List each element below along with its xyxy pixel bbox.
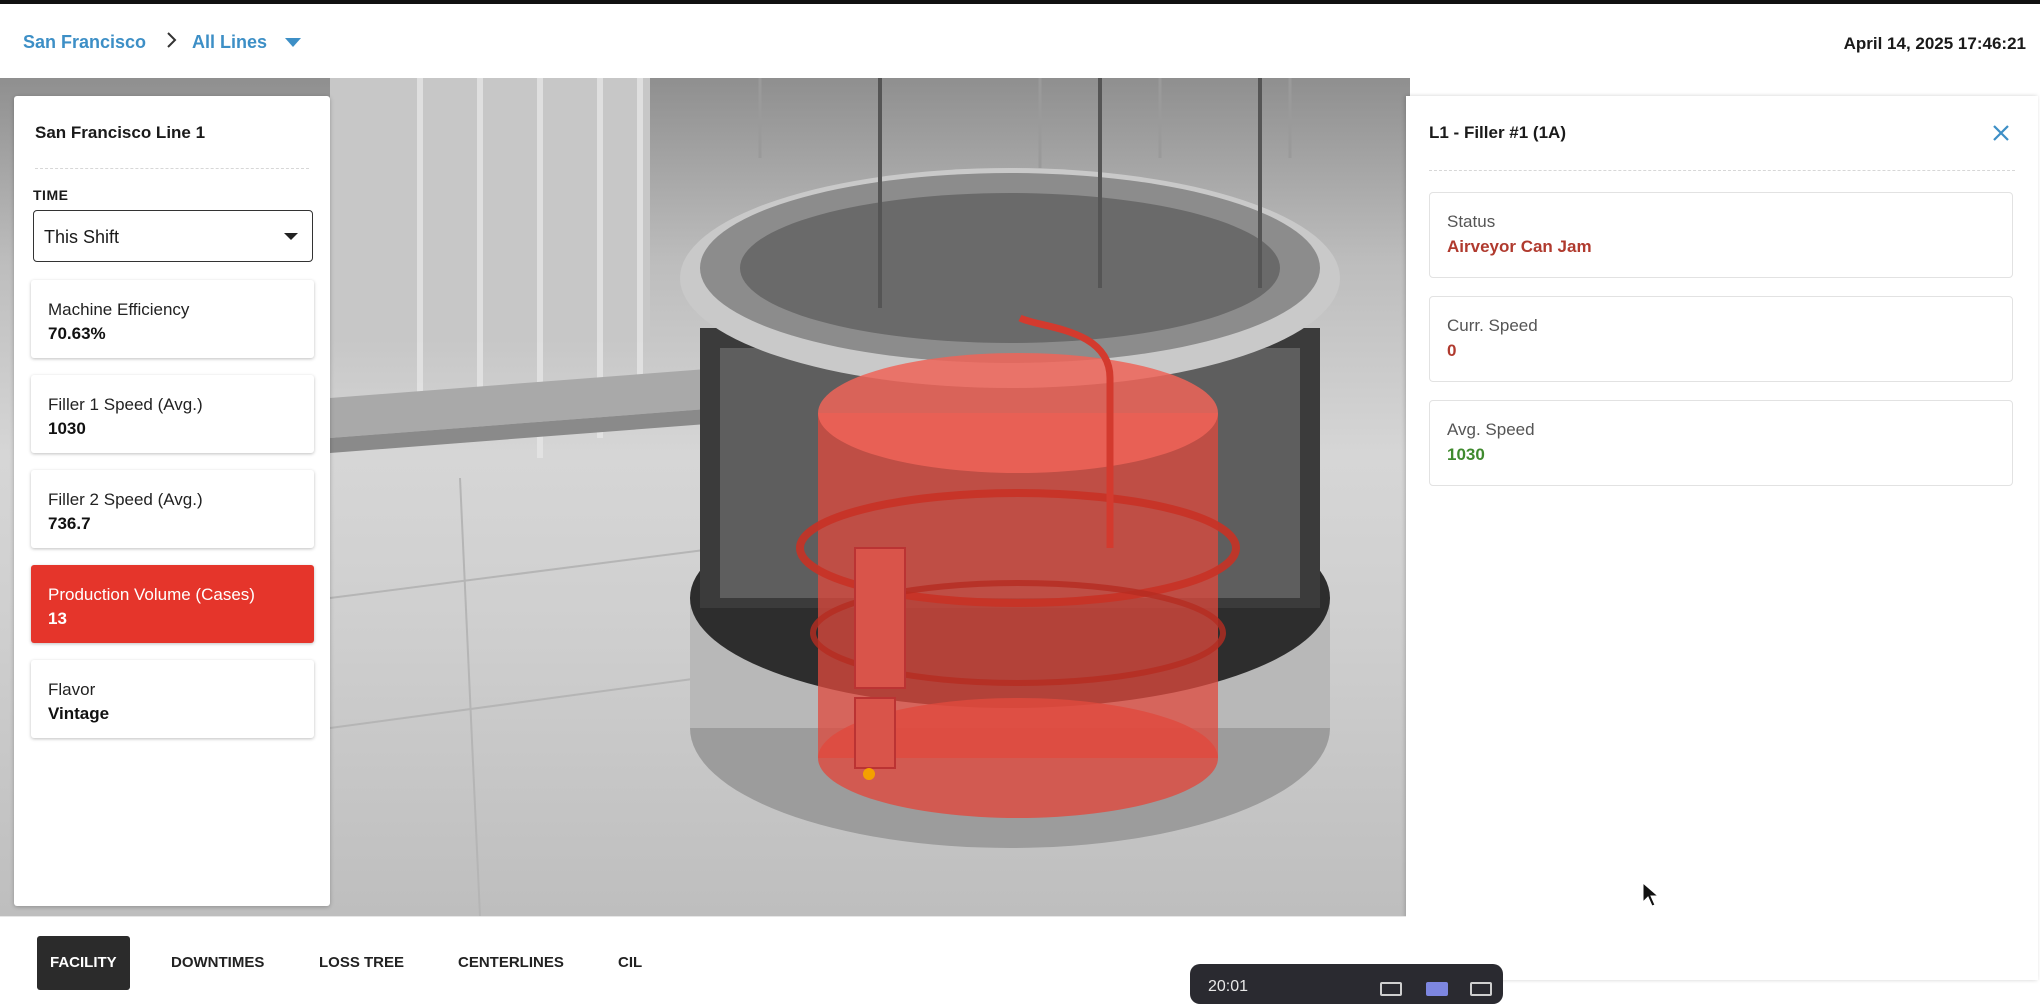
taskbar-time: 20:01	[1208, 978, 1249, 995]
line-title: San Francisco Line 1	[35, 123, 206, 142]
status-card: Status Airveyor Can Jam	[1429, 192, 2013, 278]
breadcrumb-site[interactable]: San Francisco	[23, 32, 146, 53]
app-icon[interactable]	[1426, 982, 1448, 996]
metric-value: Vintage	[48, 704, 110, 723]
metric-value: 1030	[48, 419, 86, 438]
caret-down-icon[interactable]	[285, 38, 301, 47]
tab-cil[interactable]: CIL	[618, 936, 642, 990]
metric-production-volume[interactable]: Production Volume (Cases) 13	[31, 565, 314, 643]
datetime-display: April 14, 2025 17:46:21	[1843, 34, 2026, 53]
time-label: TIME	[33, 187, 69, 203]
caret-down-icon	[284, 233, 298, 240]
tab-downtimes[interactable]: DOWNTIMES	[171, 936, 264, 990]
metric-value: 13	[48, 609, 67, 628]
breadcrumb-lines[interactable]: All Lines	[192, 32, 267, 53]
metric-filler-2-speed[interactable]: Filler 2 Speed (Avg.) 736.7	[31, 470, 314, 548]
floating-taskbar[interactable]: 20:01	[1190, 964, 1503, 1004]
tab-loss-tree[interactable]: LOSS TREE	[319, 936, 404, 990]
time-select[interactable]: This Shift	[33, 210, 313, 262]
close-icon[interactable]	[1990, 122, 2012, 144]
grid-icon[interactable]	[1470, 982, 1492, 996]
chevron-right-icon	[167, 32, 177, 48]
time-select-value: This Shift	[44, 227, 120, 247]
metric-flavor[interactable]: Flavor Vintage	[31, 660, 314, 738]
metric-label: Flavor	[48, 680, 96, 699]
divider	[35, 168, 309, 169]
top-bar: San Francisco All Lines April 14, 2025 1…	[0, 0, 2040, 78]
mouse-pointer-icon	[1642, 882, 1660, 907]
metric-label: Filler 1 Speed (Avg.)	[48, 395, 203, 414]
tab-centerlines[interactable]: CENTERLINES	[458, 936, 564, 990]
card-label: Status	[1447, 212, 1496, 231]
line-summary-panel: San Francisco Line 1 TIME This Shift Mac…	[14, 96, 330, 906]
metric-label: Machine Efficiency	[48, 300, 190, 319]
window-icon[interactable]	[1380, 982, 1402, 996]
metric-label: Filler 2 Speed (Avg.)	[48, 490, 203, 509]
metric-filler-1-speed[interactable]: Filler 1 Speed (Avg.) 1030	[31, 375, 314, 453]
metric-value: 70.63%	[48, 324, 106, 343]
metric-value: 736.7	[48, 514, 91, 533]
card-label: Curr. Speed	[1447, 316, 1538, 335]
status-value: Airveyor Can Jam	[1447, 237, 1592, 256]
metric-machine-efficiency[interactable]: Machine Efficiency 70.63%	[31, 280, 314, 358]
tab-facility[interactable]: FACILITY	[37, 936, 130, 990]
metric-label: Production Volume (Cases)	[48, 585, 255, 604]
average-speed-value: 1030	[1447, 445, 1485, 464]
current-speed-value: 0	[1447, 341, 1457, 360]
machine-title: L1 - Filler #1 (1A)	[1429, 123, 1566, 142]
divider	[1429, 170, 2015, 171]
average-speed-card: Avg. Speed 1030	[1429, 400, 2013, 486]
card-label: Avg. Speed	[1447, 420, 1535, 439]
machine-detail-panel: L1 - Filler #1 (1A) Status Airveyor Can …	[1406, 96, 2038, 980]
current-speed-card: Curr. Speed 0	[1429, 296, 2013, 382]
